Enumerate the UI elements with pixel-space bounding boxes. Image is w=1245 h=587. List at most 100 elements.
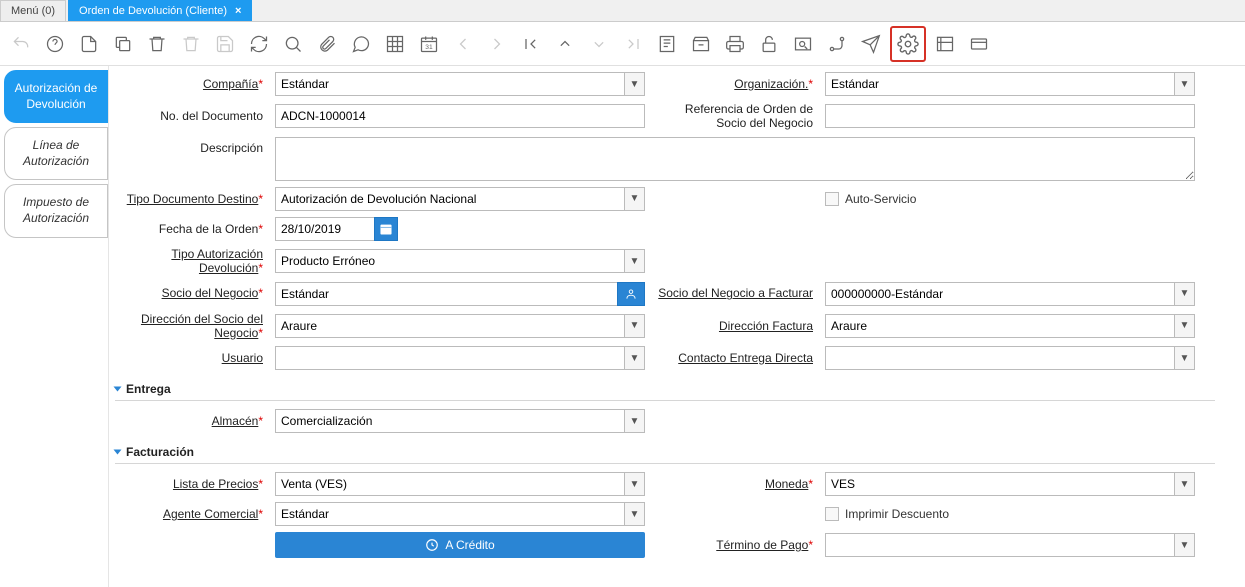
- calendar-icon[interactable]: 31: [414, 29, 444, 59]
- autoservicio-checkbox[interactable]: [825, 192, 839, 206]
- label-contactodir: Contacto Entrega Directa: [655, 351, 815, 365]
- section-facturacion[interactable]: Facturación: [115, 441, 1215, 464]
- label-listaprecios: Lista de Precios*: [115, 477, 265, 491]
- grid-toggle-icon[interactable]: [380, 29, 410, 59]
- side-tab-autorizacion[interactable]: Autorización de Devolución: [4, 70, 108, 123]
- toolbar: 31: [0, 22, 1245, 66]
- agente-field[interactable]: [275, 502, 625, 526]
- moneda-field[interactable]: [825, 472, 1175, 496]
- listaprecios-dropdown[interactable]: ▼: [625, 472, 645, 496]
- process-gear-icon[interactable]: [890, 26, 926, 62]
- payments-icon[interactable]: [964, 29, 994, 59]
- form-scroll[interactable]: Compañía* ▼ Organización.* ▼ No. del Doc…: [108, 66, 1245, 587]
- forward-icon: [482, 29, 512, 59]
- lock-icon[interactable]: [754, 29, 784, 59]
- fechaorden-datepicker[interactable]: [374, 217, 398, 241]
- print-icon[interactable]: [720, 29, 750, 59]
- listaprecios-field[interactable]: [275, 472, 625, 496]
- almacen-field[interactable]: [275, 409, 625, 433]
- help-icon[interactable]: [40, 29, 70, 59]
- organizacion-dropdown[interactable]: ▼: [1175, 72, 1195, 96]
- nodoc-field[interactable]: [275, 104, 645, 128]
- label-tipoautdev: Tipo Autorización Devolución*: [115, 247, 265, 276]
- copy-record-icon[interactable]: [108, 29, 138, 59]
- dirsocio-field[interactable]: [275, 314, 625, 338]
- dirfactura-dropdown[interactable]: ▼: [1175, 314, 1195, 338]
- collapse-icon: [114, 450, 122, 455]
- label-dirfactura: Dirección Factura: [655, 319, 815, 333]
- delete-selection-icon: [176, 29, 206, 59]
- compania-dropdown[interactable]: ▼: [625, 72, 645, 96]
- workflow-icon[interactable]: [822, 29, 852, 59]
- usuario-dropdown[interactable]: ▼: [625, 346, 645, 370]
- contactodir-field[interactable]: [825, 346, 1175, 370]
- page-tabs: Menú (0) Orden de Devolución (Cliente) ×: [0, 0, 1245, 22]
- label-fechaorden: Fecha de la Orden*: [115, 222, 265, 236]
- side-tab-impuesto[interactable]: Impuesto de Autorización: [4, 184, 108, 237]
- chat-icon[interactable]: [346, 29, 376, 59]
- section-facturacion-title: Facturación: [126, 445, 194, 459]
- back-icon: [448, 29, 478, 59]
- label-dirsocio: Dirección del Socio del Negocio*: [115, 312, 265, 341]
- close-icon[interactable]: ×: [235, 5, 241, 17]
- send-icon[interactable]: [856, 29, 886, 59]
- socio-field[interactable]: [275, 282, 618, 306]
- label-refsocio: Referencia de Orden de Socio del Negocio: [655, 102, 815, 131]
- descripcion-field[interactable]: [275, 137, 1195, 181]
- tipodocdest-field[interactable]: [275, 187, 625, 211]
- label-autoservicio: Auto-Servicio: [845, 192, 916, 206]
- section-entrega-title: Entrega: [126, 382, 171, 396]
- dirsocio-dropdown[interactable]: ▼: [625, 314, 645, 338]
- refsocio-field[interactable]: [825, 104, 1195, 128]
- find-icon[interactable]: [278, 29, 308, 59]
- label-tipodocdest: Tipo Documento Destino*: [115, 192, 265, 206]
- zoom-across-icon[interactable]: [788, 29, 818, 59]
- label-moneda: Moneda*: [655, 477, 815, 491]
- terminopago-field[interactable]: [825, 533, 1175, 557]
- terminopago-dropdown[interactable]: ▼: [1175, 533, 1195, 557]
- dirfactura-field[interactable]: [825, 314, 1175, 338]
- tab-return-order[interactable]: Orden de Devolución (Cliente) ×: [68, 0, 252, 21]
- side-tab-linea[interactable]: Línea de Autorización: [4, 127, 108, 180]
- attach-icon[interactable]: [312, 29, 342, 59]
- socio-info-button[interactable]: [617, 282, 645, 306]
- tipoautdev-dropdown[interactable]: ▼: [625, 249, 645, 273]
- contactodir-dropdown[interactable]: ▼: [1175, 346, 1195, 370]
- sociofact-dropdown[interactable]: ▼: [1175, 282, 1195, 306]
- delete-icon[interactable]: [142, 29, 172, 59]
- fechaorden-field[interactable]: [275, 217, 375, 241]
- moneda-dropdown[interactable]: ▼: [1175, 472, 1195, 496]
- agente-dropdown[interactable]: ▼: [625, 502, 645, 526]
- product-info-icon[interactable]: [930, 29, 960, 59]
- refresh-icon[interactable]: [244, 29, 274, 59]
- last-record-icon: [618, 29, 648, 59]
- collapse-icon: [114, 387, 122, 392]
- compania-field[interactable]: [275, 72, 625, 96]
- acredito-label: A Crédito: [445, 538, 494, 552]
- tab-menu[interactable]: Menú (0): [0, 0, 66, 21]
- label-organizacion: Organización.*: [655, 77, 815, 91]
- undo-icon: [6, 29, 36, 59]
- prev-record-icon[interactable]: [550, 29, 580, 59]
- first-record-icon[interactable]: [516, 29, 546, 59]
- side-tabs: Autorización de Devolución Línea de Auto…: [0, 66, 108, 587]
- label-usuario: Usuario: [115, 351, 265, 365]
- organizacion-field[interactable]: [825, 72, 1175, 96]
- label-terminopago: Término de Pago*: [655, 538, 815, 552]
- section-entrega[interactable]: Entrega: [115, 378, 1215, 401]
- almacen-dropdown[interactable]: ▼: [625, 409, 645, 433]
- label-imprdesc: Imprimir Descuento: [845, 507, 949, 521]
- sociofact-field[interactable]: [825, 282, 1175, 306]
- label-almacen: Almacén*: [115, 414, 265, 428]
- acredito-button[interactable]: A Crédito: [275, 532, 645, 558]
- report-icon[interactable]: [652, 29, 682, 59]
- archive-icon[interactable]: [686, 29, 716, 59]
- tipoautdev-field[interactable]: [275, 249, 625, 273]
- imprdesc-checkbox[interactable]: [825, 507, 839, 521]
- svg-text:31: 31: [425, 44, 433, 51]
- label-socio: Socio del Negocio*: [115, 286, 265, 300]
- tipodocdest-dropdown[interactable]: ▼: [625, 187, 645, 211]
- usuario-field[interactable]: [275, 346, 625, 370]
- new-record-icon[interactable]: [74, 29, 104, 59]
- tab-return-order-label: Orden de Devolución (Cliente): [79, 5, 227, 17]
